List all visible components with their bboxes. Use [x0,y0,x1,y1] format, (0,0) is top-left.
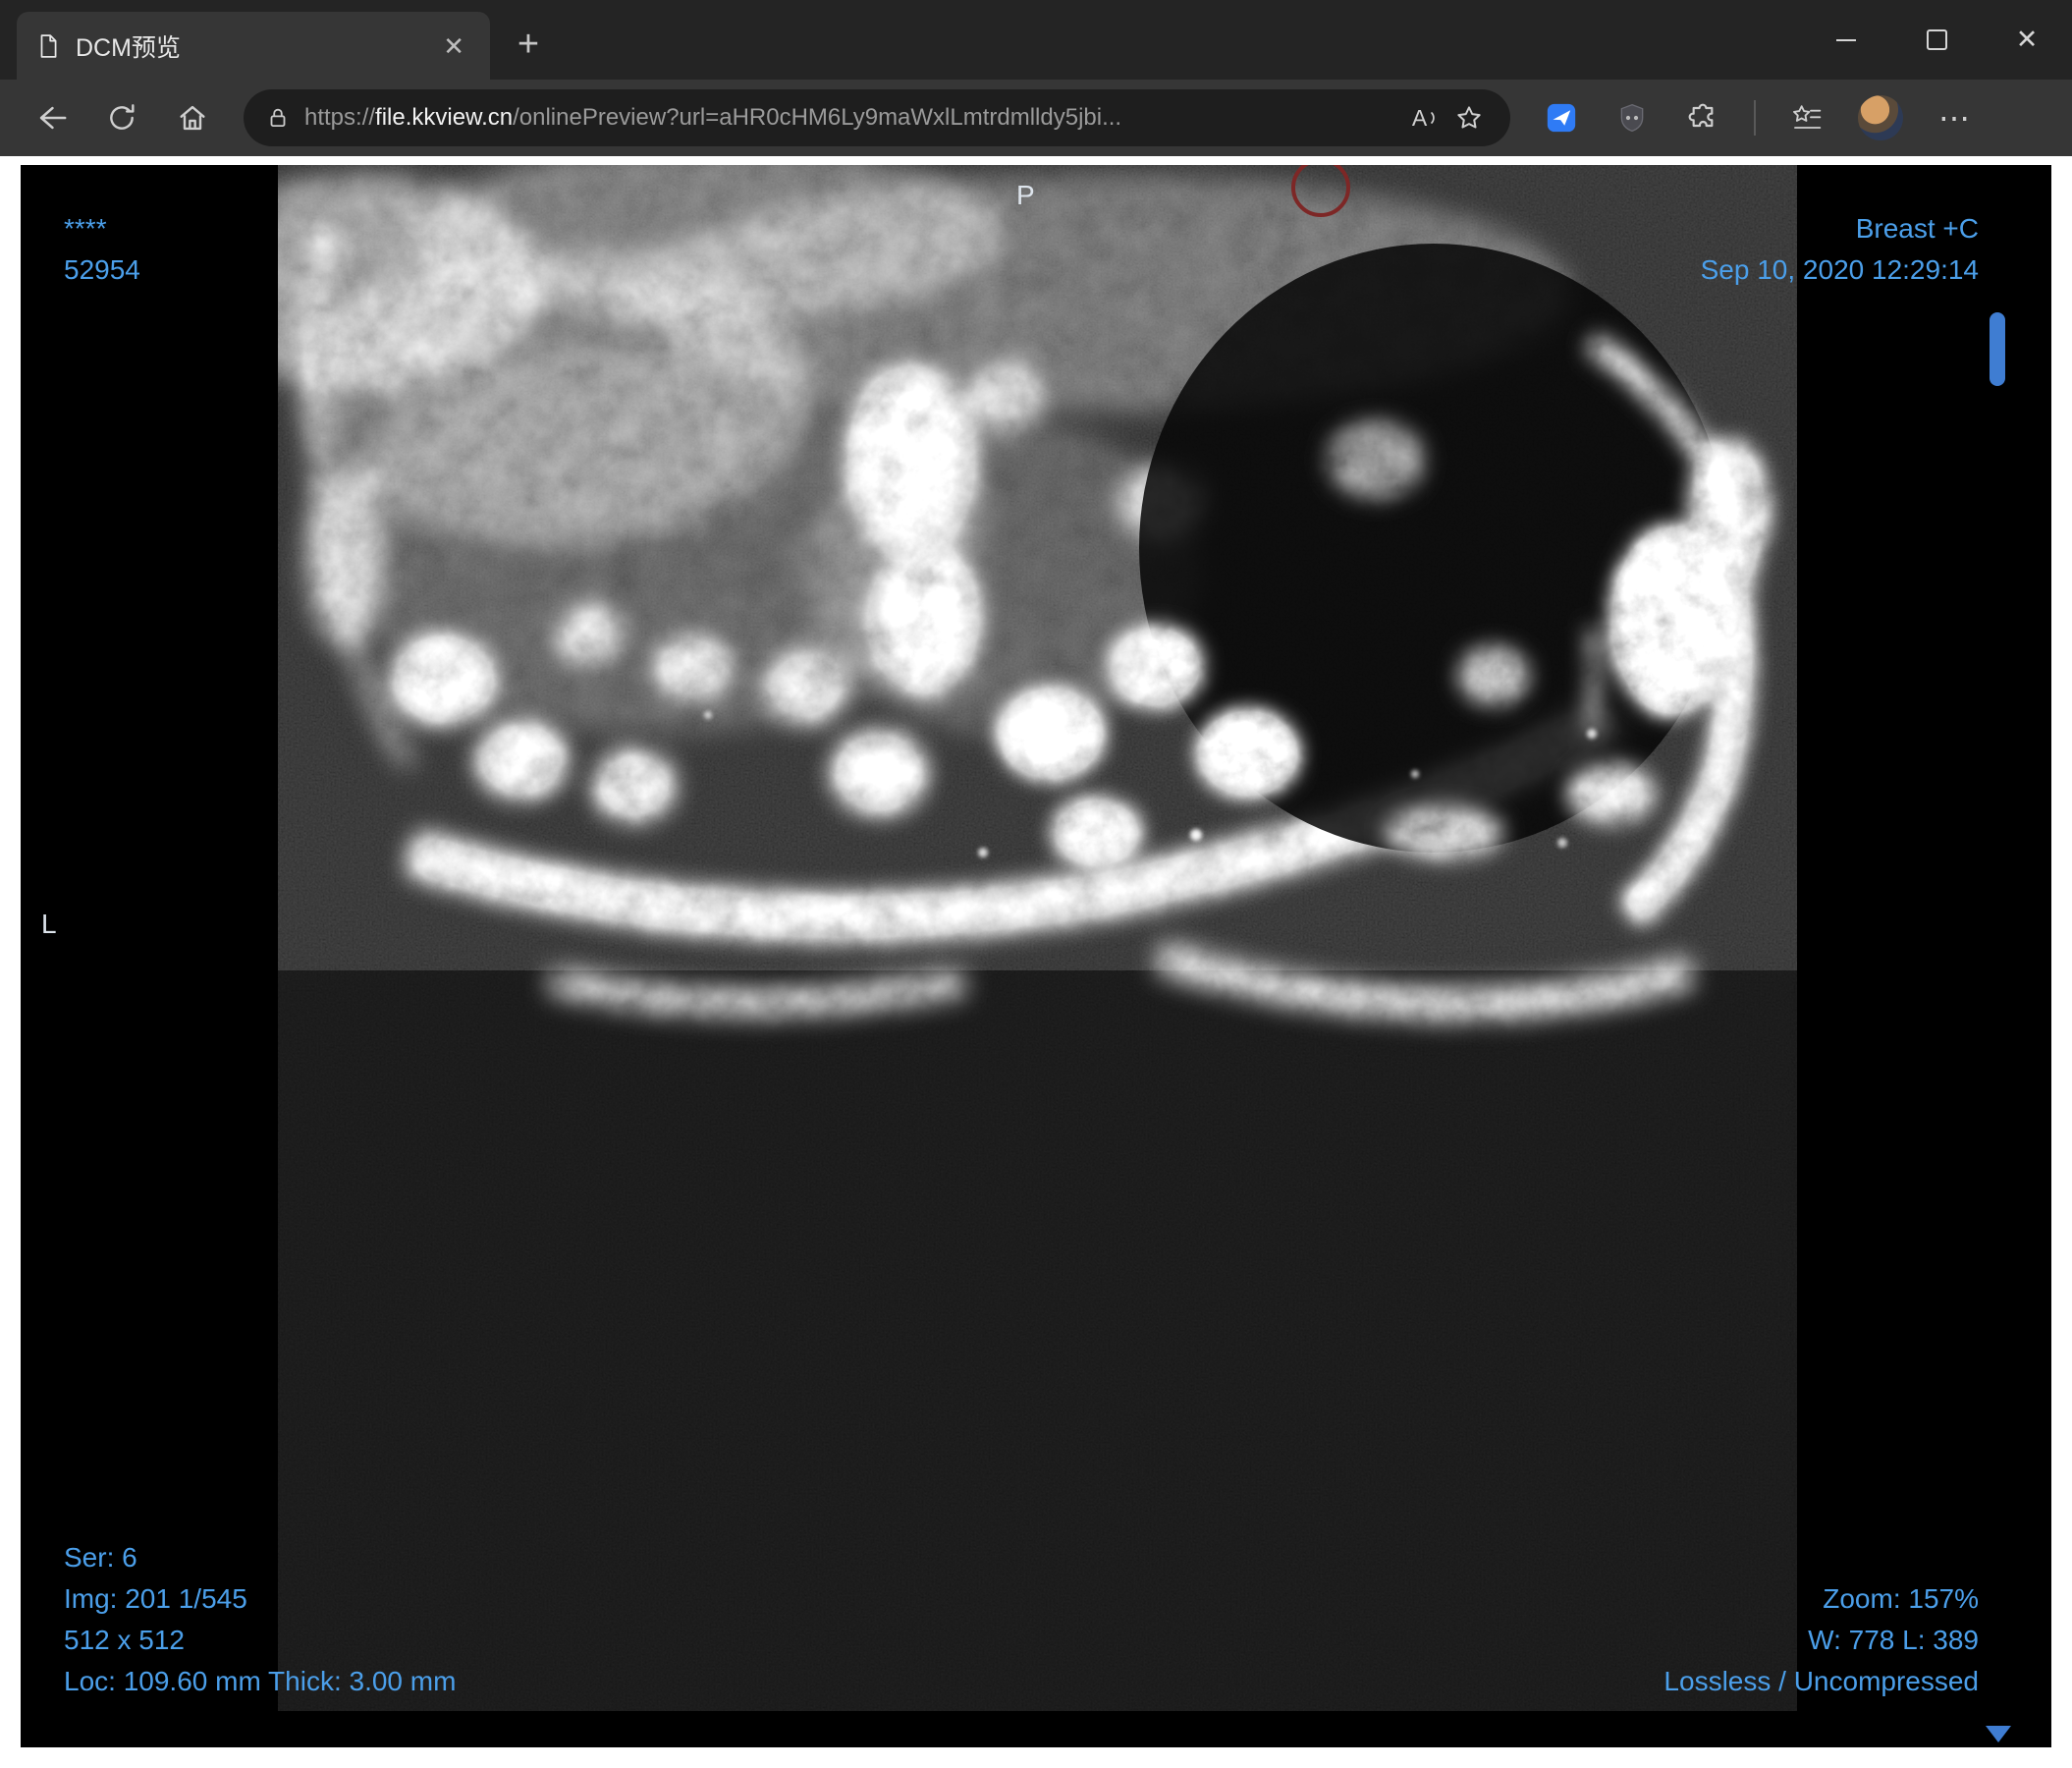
document-icon [34,32,62,60]
toolbar-divider [1754,100,1756,136]
orientation-marker-posterior: P [1016,180,1035,210]
tab-close-icon[interactable]: ✕ [435,29,472,63]
close-button[interactable]: ✕ [1982,0,2072,80]
extension-blue-icon [1547,103,1576,133]
tab-strip: DCM预览 ✕ + ✕ [0,0,2072,80]
page-content: **** 52954 Breast +C Sep 10, 2020 12:29:… [0,156,2072,1768]
study-info-overlay: Breast +C Sep 10, 2020 12:29:14 [1701,208,1979,291]
study-description: Breast +C [1855,213,1979,244]
more-menu-button[interactable]: ⋯ [1935,98,1974,138]
shield-extension-button[interactable] [1612,98,1652,138]
favorites-bar-icon [1793,105,1822,129]
patient-id: 52954 [64,254,140,285]
read-aloud-wave-icon [1431,112,1435,124]
patient-stars: **** [64,213,107,244]
favorite-star-button[interactable] [1447,96,1491,139]
study-datetime: Sep 10, 2020 12:29:14 [1700,254,1979,285]
matrix-size: 512 x 512 [64,1625,185,1655]
maximize-icon [1926,29,1947,50]
scrollbar-thumb[interactable] [1990,312,2005,386]
home-button[interactable] [173,98,212,138]
favorites-bar-button[interactable] [1787,98,1827,138]
profile-avatar[interactable] [1858,95,1903,140]
extensions-puzzle-button[interactable] [1683,98,1722,138]
navigation-bar: https://file.kkview.cn/onlinePreview?url… [0,80,2072,156]
window-level: W: 778 L: 389 [1808,1625,1979,1655]
patient-id-overlay: **** 52954 [64,208,140,291]
browser-window: DCM预览 ✕ + ✕ https://file.kkview.cn/onlin… [0,0,2072,1768]
minimize-icon [1836,38,1856,41]
back-arrow-icon [39,106,67,130]
tab-title: DCM预览 [76,33,181,62]
zoom-level: Zoom: 157% [1823,1583,1979,1614]
compression-info: Lossless / Uncompressed [1663,1666,1979,1696]
address-bar[interactable]: https://file.kkview.cn/onlinePreview?url… [244,89,1510,146]
scroll-down-arrow[interactable] [1986,1726,2011,1742]
slice-location: Loc: 109.60 mm Thick: 3.00 mm [64,1666,457,1696]
read-aloud-label: A [1411,104,1428,131]
home-icon [180,105,205,131]
back-button[interactable] [31,98,71,138]
lock-icon-svg [270,108,286,128]
maximize-button[interactable] [1891,0,1982,80]
read-aloud-button[interactable]: A [1404,96,1447,139]
close-icon: ✕ [2015,25,2039,54]
series-info-overlay: Ser: 6 Img: 201 1/545 512 x 512 Loc: 109… [64,1537,456,1702]
mri-image [278,165,1797,1711]
window-controls: ✕ [1801,0,2072,80]
extension-blue-button[interactable] [1542,98,1581,138]
url-text[interactable]: https://file.kkview.cn/onlinePreview?url… [304,104,1404,132]
dicom-viewer-canvas[interactable]: **** 52954 Breast +C Sep 10, 2020 12:29:… [21,165,2051,1747]
puzzle-icon [1688,103,1714,128]
series-number: Ser: 6 [64,1542,137,1573]
url-path: /onlinePreview?url=aHR0cHM6Ly9maWxlLmtrd… [513,104,1122,131]
lock-icon [263,96,293,139]
refresh-button[interactable] [102,98,141,138]
tab[interactable]: DCM预览 ✕ [17,12,490,80]
minimize-button[interactable] [1801,0,1891,80]
url-domain: file.kkview.cn [375,104,514,131]
display-info-overlay: Zoom: 157% W: 778 L: 389 Lossless / Unco… [1663,1578,1979,1702]
shield-icon [1620,103,1644,133]
new-tab-button[interactable]: + [506,22,551,67]
document-icon-svg [40,33,57,58]
orientation-marker-left: L [41,909,57,939]
refresh-icon [110,104,135,130]
image-number: Img: 201 1/545 [64,1583,247,1614]
url-scheme: https:// [304,104,376,131]
star-icon [1457,106,1481,129]
